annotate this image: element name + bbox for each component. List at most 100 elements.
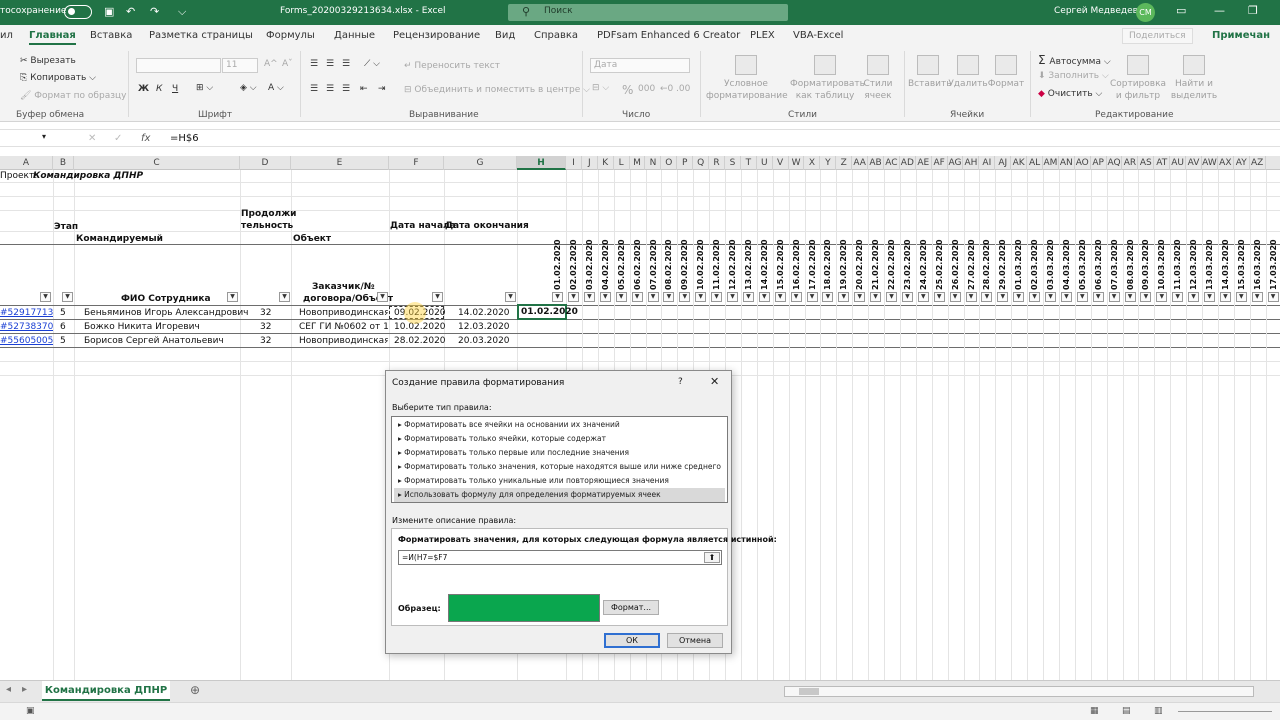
col-header[interactable]: AX	[1218, 156, 1234, 170]
selected-cell-h7[interactable]: 01.02.2020	[517, 304, 578, 320]
filter-dropdown[interactable]: ▼	[552, 292, 563, 302]
notes-button[interactable]: Примечан	[1212, 30, 1270, 41]
col-header[interactable]: AT	[1154, 156, 1171, 170]
tab-review[interactable]: Рецензирование	[393, 30, 480, 41]
grow-font-icon[interactable]: A^	[264, 59, 278, 69]
zoom-slider[interactable]	[1178, 711, 1272, 712]
filter-dropdown[interactable]: ▼	[727, 292, 738, 302]
filter-dropdown[interactable]: ▼	[40, 292, 51, 302]
bold-button[interactable]: Ж	[138, 84, 149, 94]
col-header-d[interactable]: D	[240, 156, 291, 170]
cell-styles-button[interactable]: Стили ячеек	[858, 55, 898, 102]
col-header[interactable]: AD	[900, 156, 916, 170]
filter-dropdown[interactable]: ▼	[917, 292, 929, 302]
filter-dropdown[interactable]: ▼	[615, 292, 627, 302]
filter-dropdown[interactable]: ▼	[870, 292, 882, 302]
col-header[interactable]: AQ	[1107, 156, 1123, 170]
normal-view-icon[interactable]: ▦	[1090, 706, 1099, 716]
col-header[interactable]: AC	[884, 156, 900, 170]
filter-dropdown[interactable]: ▼	[663, 292, 675, 302]
underline-button[interactable]: Ч	[172, 84, 178, 94]
filter-dropdown[interactable]: ▼	[568, 292, 579, 302]
restore-icon[interactable]: ❐	[1248, 4, 1258, 17]
font-color-icon[interactable]: A ⌵	[268, 83, 284, 93]
filter-dropdown[interactable]: ▼	[981, 292, 993, 302]
filter-dropdown[interactable]: ▼	[838, 292, 850, 302]
filter-dropdown[interactable]: ▼	[1251, 292, 1263, 302]
row-id-link[interactable]: #52738370	[0, 322, 53, 332]
filter-dropdown[interactable]: ▼	[377, 292, 388, 302]
format-painter-button[interactable]: 🖌 Формат по образцу	[20, 91, 126, 101]
filter-dropdown[interactable]: ▼	[1204, 292, 1215, 302]
filter-dropdown[interactable]: ▼	[631, 292, 643, 302]
filter-dropdown[interactable]: ▼	[1188, 292, 1200, 302]
col-header[interactable]: S	[725, 156, 741, 170]
filter-dropdown[interactable]: ▼	[1092, 292, 1104, 302]
filter-dropdown[interactable]: ▼	[1013, 292, 1025, 302]
filter-dropdown[interactable]: ▼	[1140, 292, 1152, 302]
col-header[interactable]: AA	[852, 156, 869, 170]
font-name-select[interactable]	[136, 58, 221, 73]
close-button[interactable]: ✕	[710, 375, 719, 388]
col-header[interactable]: N	[646, 156, 662, 170]
search-box[interactable]: ⚲ Поиск	[508, 4, 788, 21]
filter-dropdown[interactable]: ▼	[1124, 292, 1136, 302]
filter-dropdown[interactable]: ▼	[1060, 292, 1072, 302]
col-header[interactable]: O	[661, 156, 678, 170]
tab-data[interactable]: Данные	[334, 30, 375, 41]
tab-insert[interactable]: Вставка	[90, 30, 132, 41]
col-header[interactable]: AW	[1202, 156, 1218, 170]
col-header[interactable]: AS	[1138, 156, 1155, 170]
align-right-icon[interactable]: ☰	[342, 84, 350, 94]
italic-button[interactable]: К	[156, 84, 162, 94]
col-header[interactable]: AN	[1059, 156, 1075, 170]
indent-increase-icon[interactable]: ⇥	[378, 84, 386, 94]
ok-button[interactable]: ОК	[604, 633, 660, 648]
tab-formulas[interactable]: Формулы	[266, 30, 315, 41]
tab-file[interactable]: ил	[0, 30, 13, 41]
filter-dropdown[interactable]: ▼	[933, 292, 945, 302]
tab-page-layout[interactable]: Разметка страницы	[149, 30, 253, 41]
col-header-h[interactable]: H	[517, 156, 566, 170]
filter-dropdown[interactable]: ▼	[1108, 292, 1120, 302]
col-header[interactable]: AI	[979, 156, 996, 170]
cut-button[interactable]: ✂ Вырезать	[20, 56, 76, 66]
redo-icon[interactable]: ↷	[150, 5, 159, 18]
col-header[interactable]: AH	[964, 156, 980, 170]
filter-dropdown[interactable]: ▼	[279, 292, 290, 302]
shrink-font-icon[interactable]: Aˇ	[282, 59, 293, 69]
filter-dropdown[interactable]: ▼	[695, 292, 707, 302]
number-format-select[interactable]: Дата	[590, 58, 690, 73]
col-header[interactable]: P	[677, 156, 694, 170]
rule-type-item[interactable]: ▸ Форматировать только первые или послед…	[394, 446, 725, 460]
rule-type-item[interactable]: ▸ Форматировать только значения, которые…	[394, 460, 725, 474]
orientation-icon[interactable]: ⟋ ⌵	[364, 59, 380, 69]
autosave-toggle[interactable]	[64, 5, 92, 19]
filter-dropdown[interactable]: ▼	[1029, 292, 1041, 302]
enter-icon[interactable]: ✓	[114, 133, 122, 144]
filter-dropdown[interactable]: ▼	[62, 292, 73, 302]
col-header[interactable]: AE	[916, 156, 932, 170]
align-middle-icon[interactable]: ☰	[326, 59, 334, 69]
filter-dropdown[interactable]: ▼	[1076, 292, 1088, 302]
col-header[interactable]: J	[582, 156, 598, 170]
col-header[interactable]: Y	[820, 156, 837, 170]
col-header[interactable]: AP	[1091, 156, 1107, 170]
page-layout-view-icon[interactable]: ▤	[1122, 706, 1131, 716]
col-header[interactable]: V	[773, 156, 789, 170]
tab-view[interactable]: Вид	[495, 30, 515, 41]
ribbon-display-icon[interactable]: ▭	[1176, 4, 1186, 17]
rule-type-item[interactable]: ▸ Форматировать только уникальные или по…	[394, 474, 725, 488]
rule-type-list[interactable]: ▸ Форматировать все ячейки на основании …	[391, 416, 728, 503]
scroll-tabs-left-icon[interactable]: ◂	[6, 684, 11, 695]
col-header[interactable]: AZ	[1250, 156, 1266, 170]
align-top-icon[interactable]: ☰	[310, 59, 318, 69]
col-header[interactable]: Q	[693, 156, 710, 170]
cancel-icon[interactable]: ✕	[88, 133, 96, 144]
fill-button[interactable]: ⬇ Заполнить ⌵	[1038, 71, 1109, 81]
tab-home[interactable]: Главная	[29, 30, 76, 45]
fill-color-icon[interactable]: ◈ ⌵	[240, 83, 257, 93]
filter-dropdown[interactable]: ▼	[1219, 292, 1231, 302]
filter-dropdown[interactable]: ▼	[227, 292, 238, 302]
col-header[interactable]: AM	[1043, 156, 1059, 170]
